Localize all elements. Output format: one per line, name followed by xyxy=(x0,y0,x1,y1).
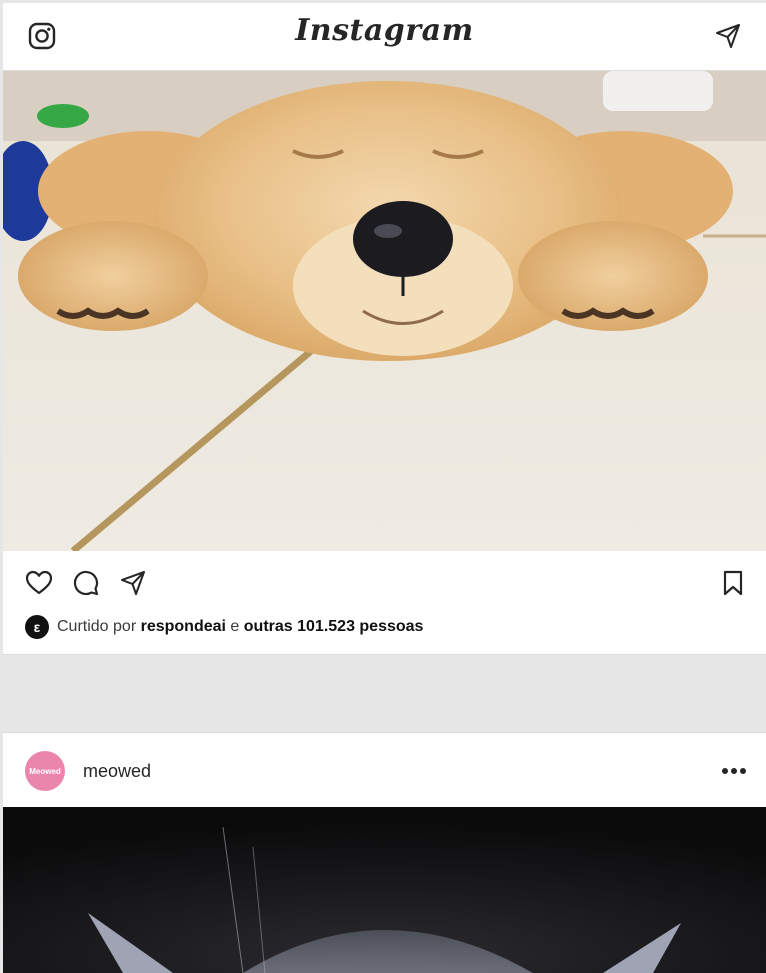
heart-icon[interactable] xyxy=(23,567,55,599)
more-options-icon[interactable] xyxy=(717,757,751,785)
post-header: Meowed meowed xyxy=(3,732,766,807)
likes-others-link[interactable]: outras 101.523 pessoas xyxy=(244,618,424,636)
app-frame: Instagram ε Curtido por respondeai e out… xyxy=(0,0,766,973)
likes-conjunction: e xyxy=(230,618,240,635)
liker-avatar[interactable]: ε xyxy=(25,615,49,639)
liker-username[interactable]: respondeai xyxy=(141,618,226,636)
post-photo-puppy[interactable] xyxy=(3,71,766,551)
direct-send-icon[interactable] xyxy=(711,19,745,53)
comment-icon[interactable] xyxy=(70,567,102,599)
likes-summary: ε Curtido por respondeai e outras 101.52… xyxy=(25,615,423,639)
bookmark-icon[interactable] xyxy=(717,567,749,599)
post-username[interactable]: meowed xyxy=(83,761,151,782)
post-actions-panel: ε Curtido por respondeai e outras 101.52… xyxy=(3,551,766,655)
top-bar: Instagram xyxy=(3,3,766,71)
instagram-logo[interactable]: Instagram xyxy=(3,13,766,48)
share-icon[interactable] xyxy=(117,567,149,599)
likes-prefix: Curtido por xyxy=(57,618,137,635)
post-photo-cat[interactable] xyxy=(3,807,766,973)
avatar[interactable]: Meowed xyxy=(25,751,65,791)
